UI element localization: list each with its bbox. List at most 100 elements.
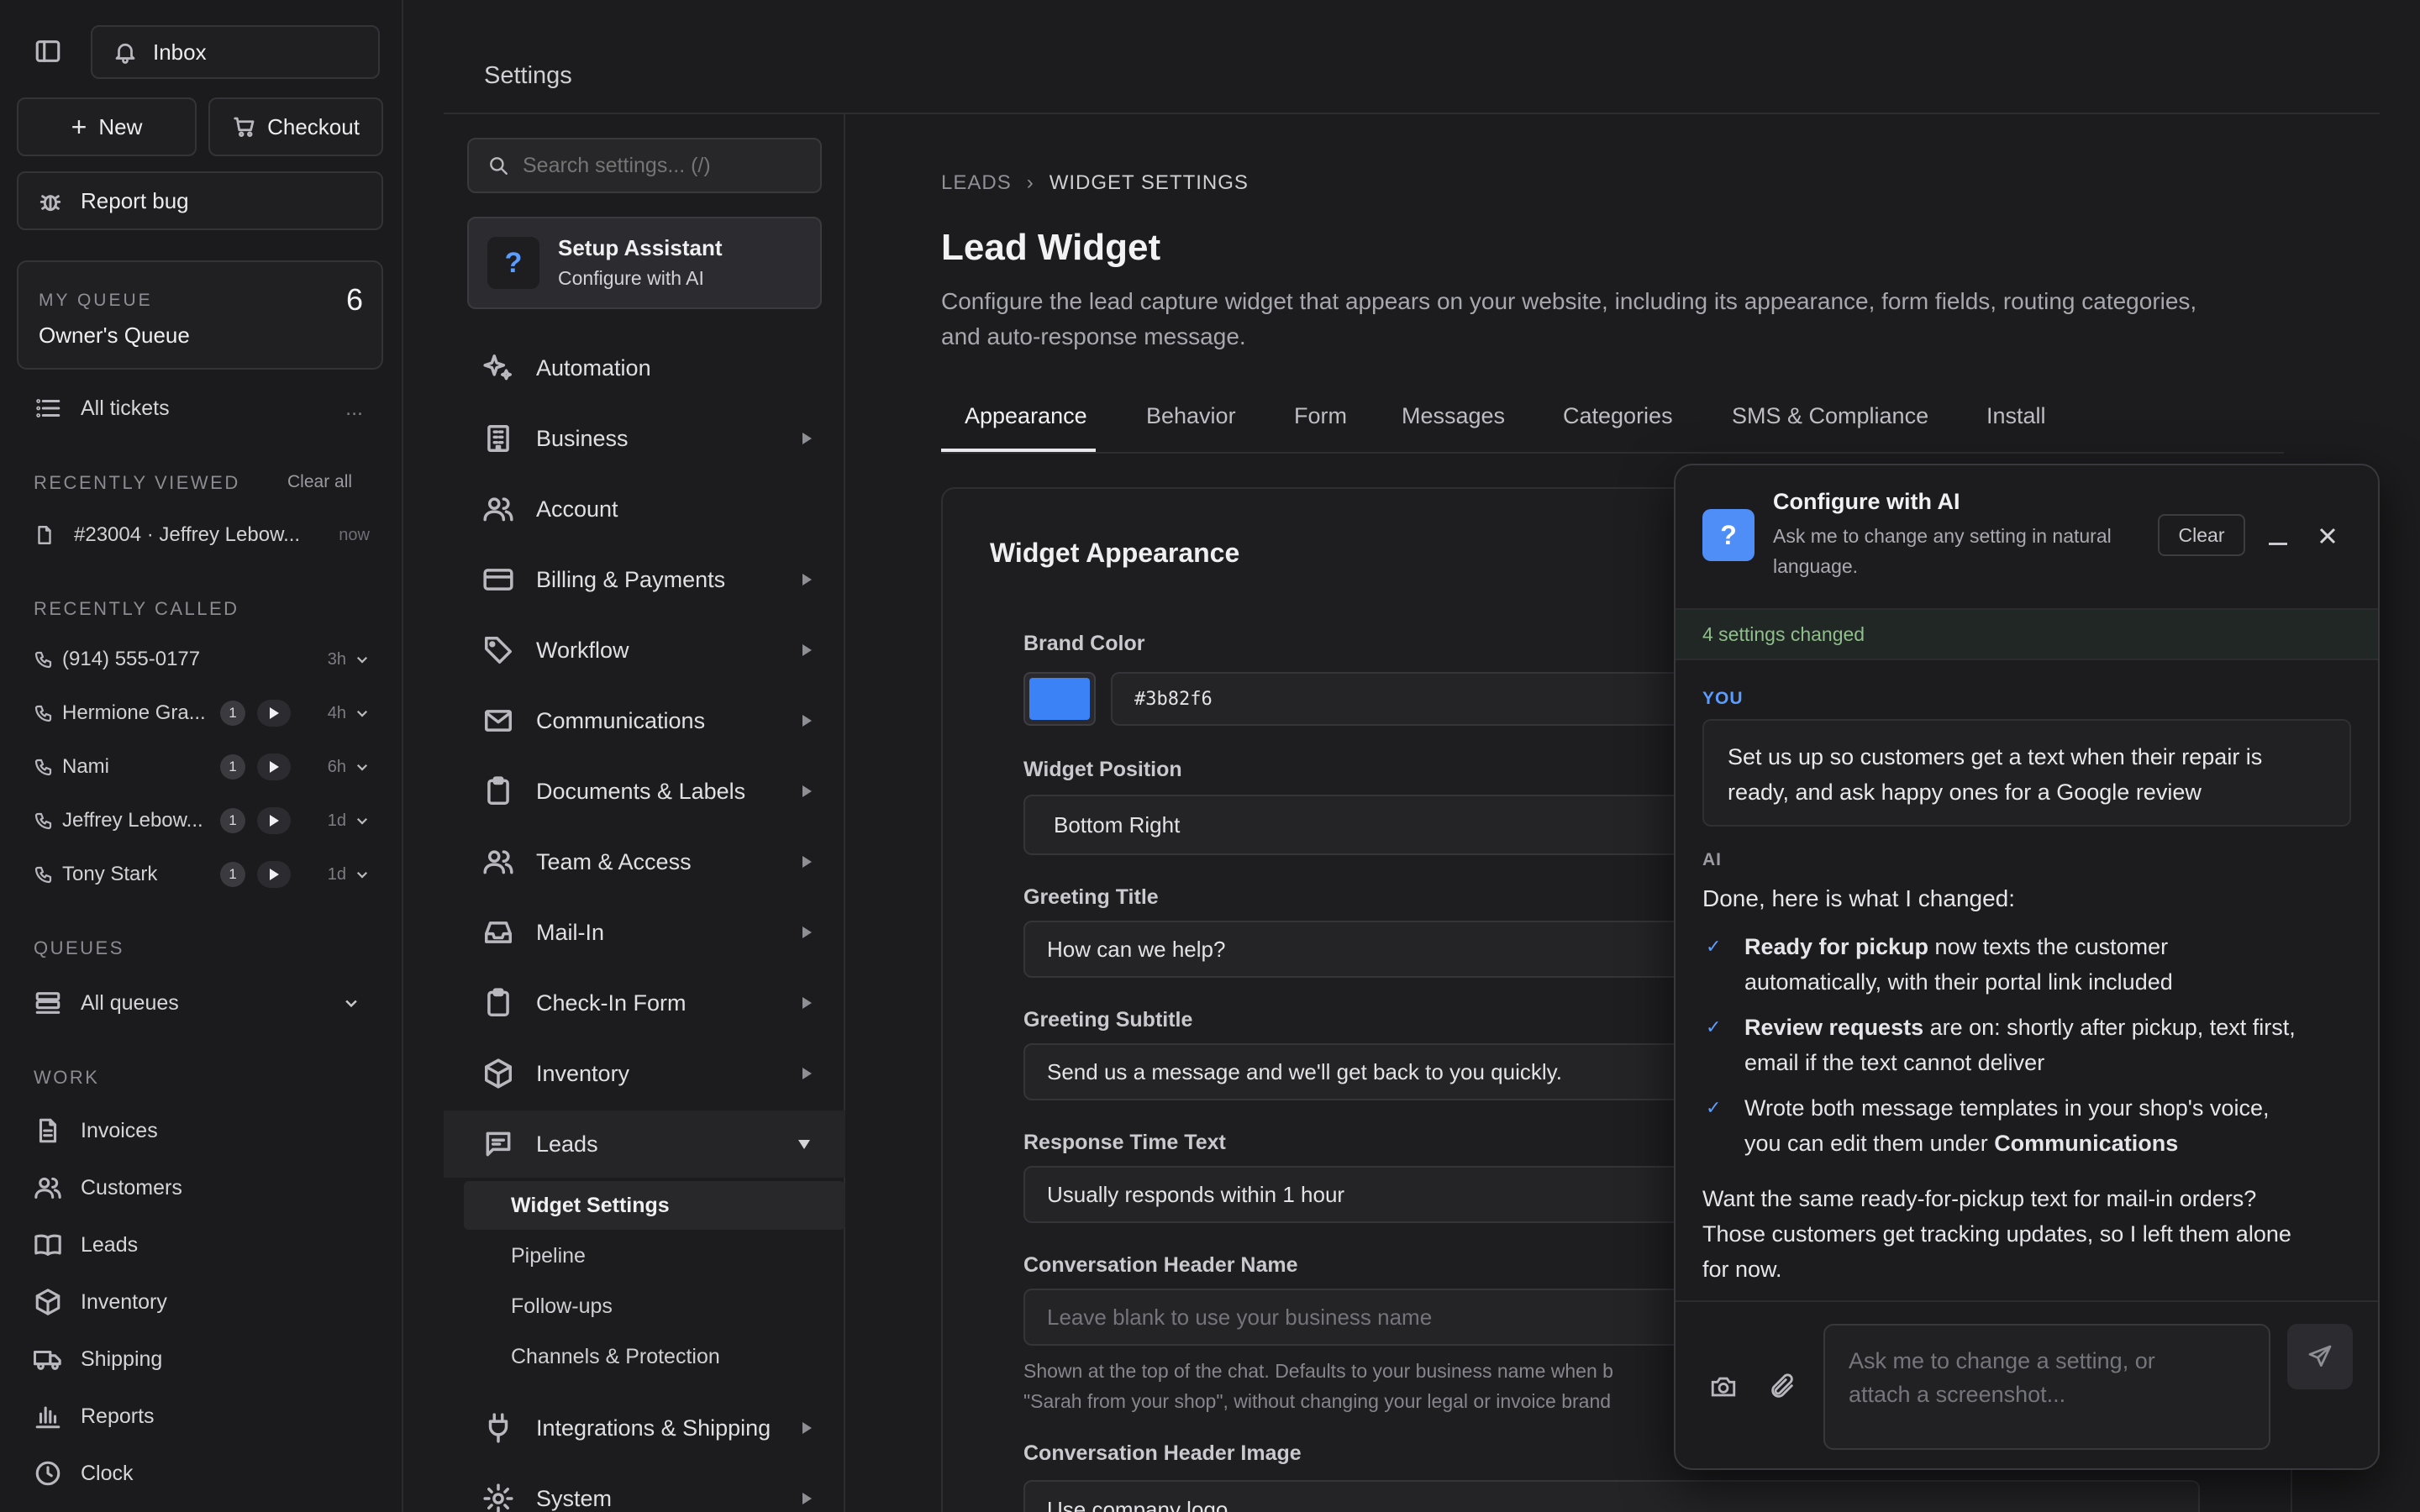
ai-message-input[interactable]: Ask me to change a setting, or attach a … <box>1823 1324 2270 1450</box>
gear-icon <box>483 1483 513 1512</box>
play-button[interactable] <box>257 807 291 834</box>
camera-icon[interactable] <box>1709 1373 1738 1401</box>
nav-documents[interactable]: Documents & Labels <box>444 758 845 825</box>
change-text: now texts the customer <box>1928 934 2169 959</box>
assistant-title: Setup Assistant <box>558 235 723 260</box>
subnav-follow-ups[interactable]: Follow-ups <box>464 1282 845 1331</box>
nav-workflow[interactable]: Workflow <box>444 617 845 684</box>
phone-icon <box>34 705 52 722</box>
conversation-header-image-select[interactable]: Use company logo <box>1023 1480 2200 1512</box>
nav-shipping[interactable]: Shipping <box>34 1336 368 1383</box>
nav-integrations[interactable]: Integrations & Shipping <box>444 1394 845 1462</box>
all-tickets-more[interactable]: ... <box>345 396 363 421</box>
tab-install[interactable]: Install <box>1986 403 2046 450</box>
minimize-icon[interactable] <box>2269 543 2287 545</box>
all-tickets-link[interactable]: All tickets ... <box>34 385 368 432</box>
caret-right-icon <box>802 927 812 938</box>
new-button[interactable]: + New <box>17 97 197 156</box>
nav-label: Inventory <box>81 1289 167 1314</box>
chevron-down-icon[interactable] <box>355 759 370 774</box>
greeting-title-label: Greeting Title <box>1023 885 1159 909</box>
description-line: and auto-response message. <box>941 323 1246 349</box>
chevron-down-icon[interactable] <box>355 706 370 721</box>
nav-label: Reports <box>81 1404 155 1428</box>
play-button[interactable] <box>257 700 291 727</box>
nav-automation[interactable]: Automation <box>444 334 845 402</box>
clear-all-link[interactable]: Clear all <box>287 472 352 492</box>
invoice-icon <box>39 1118 57 1143</box>
chevron-down-icon[interactable] <box>355 813 370 828</box>
nav-label: Communications <box>536 707 706 733</box>
nav-invoices[interactable]: Invoices <box>34 1107 368 1154</box>
subnav-pipeline[interactable]: Pipeline <box>464 1231 845 1280</box>
chevron-down-icon[interactable] <box>355 652 370 667</box>
nav-billing[interactable]: Billing & Payments <box>444 546 845 613</box>
send-button[interactable] <box>2287 1324 2353 1389</box>
work-title: WORK <box>34 1067 100 1088</box>
tab-form[interactable]: Form <box>1294 403 1347 450</box>
inbox-label: Inbox <box>153 39 207 65</box>
chevron-down-icon <box>345 1000 357 1008</box>
change-text: Wrote both message templates in your sho… <box>1744 1095 2270 1121</box>
nav-leads[interactable]: Leads <box>34 1221 368 1268</box>
team-icon <box>483 850 513 874</box>
ai-clear-button[interactable]: Clear <box>2158 514 2245 556</box>
paperclip-icon[interactable] <box>1768 1373 1797 1401</box>
tab-sms-compliance[interactable]: SMS & Compliance <box>1732 403 1928 450</box>
nav-business[interactable]: Business <box>444 405 845 472</box>
subnav-channels-protection[interactable]: Channels & Protection <box>464 1332 845 1381</box>
my-queue-card[interactable]: MY QUEUE Owner's Queue 6 <box>17 260 383 370</box>
call-count-badge: 1 <box>220 862 245 887</box>
sidebar-toggle-icon[interactable] <box>34 37 62 66</box>
chevron-down-icon[interactable] <box>355 867 370 882</box>
report-bug-label: Report bug <box>81 187 189 213</box>
phone-icon <box>34 759 52 776</box>
brand-color-swatch[interactable] <box>1023 672 1096 726</box>
call-row[interactable]: Tony Stark 1 1d <box>34 853 370 895</box>
setup-assistant-button[interactable]: ? Setup Assistant Configure with AI <box>467 217 822 309</box>
breadcrumb-parent[interactable]: LEADS <box>941 171 1012 195</box>
nav-check-in-form[interactable]: Check-In Form <box>444 969 845 1037</box>
clipboard-icon <box>487 988 509 1016</box>
nav-system[interactable]: System <box>444 1465 845 1512</box>
nav-reports[interactable]: Reports <box>34 1393 368 1440</box>
close-icon[interactable] <box>2317 526 2338 546</box>
settings-search[interactable] <box>467 138 822 193</box>
nav-inventory[interactable]: Inventory <box>444 1040 845 1107</box>
checkout-button[interactable]: Checkout <box>208 97 383 156</box>
settings-search-input[interactable] <box>523 153 808 178</box>
call-count-badge: 1 <box>220 701 245 726</box>
call-name: Nami <box>62 755 110 778</box>
play-button[interactable] <box>257 861 291 888</box>
nav-label: Invoices <box>81 1118 158 1142</box>
recent-viewed-item[interactable]: #23004 · Jeffrey Lebow... now <box>34 514 370 556</box>
call-row[interactable]: Hermione Gra... 1 4h <box>34 692 370 734</box>
tab-appearance[interactable]: Appearance <box>965 403 1087 450</box>
subnav-widget-settings[interactable]: Widget Settings <box>464 1181 845 1230</box>
caret-right-icon <box>802 433 812 444</box>
nav-team-access[interactable]: Team & Access <box>444 828 845 895</box>
nav-communications[interactable]: Communications <box>444 687 845 754</box>
ai-change-item: Wrote both message templates in your sho… <box>1744 1090 2349 1161</box>
nav-inventory[interactable]: Inventory <box>34 1278 368 1326</box>
tab-categories[interactable]: Categories <box>1563 403 1673 450</box>
nav-label: Check-In Form <box>536 990 687 1016</box>
tab-messages[interactable]: Messages <box>1402 403 1505 450</box>
assistant-icon: ? <box>487 237 539 289</box>
report-bug-button[interactable]: Report bug <box>17 171 383 230</box>
call-row[interactable]: Nami 1 6h <box>34 746 370 788</box>
nav-customers[interactable]: Customers <box>34 1164 368 1211</box>
play-button[interactable] <box>257 753 291 780</box>
tab-behavior[interactable]: Behavior <box>1146 403 1236 450</box>
all-queues-select[interactable]: All queues <box>34 979 368 1026</box>
nav-clock[interactable]: Clock <box>34 1450 368 1497</box>
nav-mail-in[interactable]: Mail-In <box>444 899 845 966</box>
phone-icon <box>34 812 52 830</box>
recently-called-title: RECENTLY CALLED <box>34 598 239 619</box>
inbox-button[interactable]: Inbox <box>91 25 380 79</box>
nav-account[interactable]: Account <box>444 475 845 543</box>
breadcrumb: LEADS › WIDGET SETTINGS <box>941 171 1249 195</box>
nav-leads[interactable]: Leads <box>444 1110 845 1178</box>
call-row[interactable]: (914) 555-0177 3h <box>34 638 370 680</box>
call-row[interactable]: Jeffrey Lebow... 1 1d <box>34 800 370 842</box>
